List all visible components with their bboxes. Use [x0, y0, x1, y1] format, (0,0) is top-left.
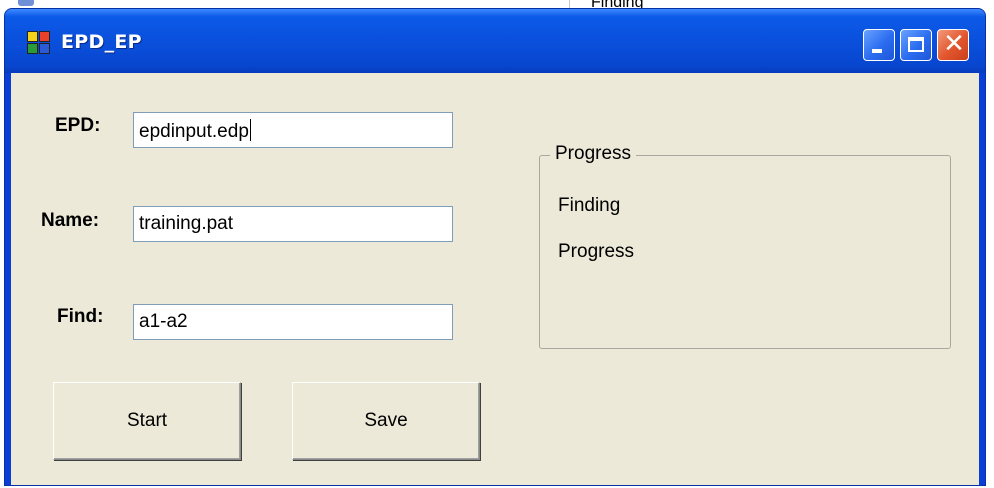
close-button[interactable]: ✕ [937, 29, 969, 61]
title-bar[interactable]: EPD_EP ✕ [5, 9, 985, 73]
window-client-area: EPD: epdinput.edp Name: training.pat Fin… [11, 73, 979, 485]
name-input[interactable]: training.pat [133, 206, 453, 242]
progress-status-line-1: Finding [558, 195, 621, 216]
progress-group-legend: Progress [550, 143, 637, 165]
progress-status-line-2: Progress [558, 241, 635, 262]
background-window-icon [18, 0, 34, 6]
progress-group: Progress Finding Progress [539, 143, 951, 349]
maximize-button[interactable] [900, 29, 932, 61]
find-input-value: a1-a2 [139, 311, 188, 332]
find-input[interactable]: a1-a2 [133, 304, 453, 340]
app-window-icon [27, 31, 51, 55]
find-label: Find: [57, 306, 104, 327]
start-button[interactable]: Start [53, 382, 241, 460]
maximize-icon [908, 37, 924, 52]
close-icon: ✕ [943, 29, 965, 59]
epd-input-value: epdinput.edp [139, 121, 249, 142]
minimize-icon [872, 49, 882, 53]
name-label: Name: [41, 210, 100, 231]
epd-ep-window: EPD_EP ✕ EPD: epdinput.edp Name: trainin… [4, 8, 986, 486]
minimize-button[interactable] [863, 29, 895, 61]
window-title: EPD_EP [61, 31, 142, 53]
text-caret [249, 119, 251, 141]
name-input-value: training.pat [139, 213, 234, 234]
epd-input[interactable]: epdinput.edp [133, 112, 453, 148]
epd-label: EPD: [55, 115, 101, 136]
save-button[interactable]: Save [292, 382, 480, 460]
